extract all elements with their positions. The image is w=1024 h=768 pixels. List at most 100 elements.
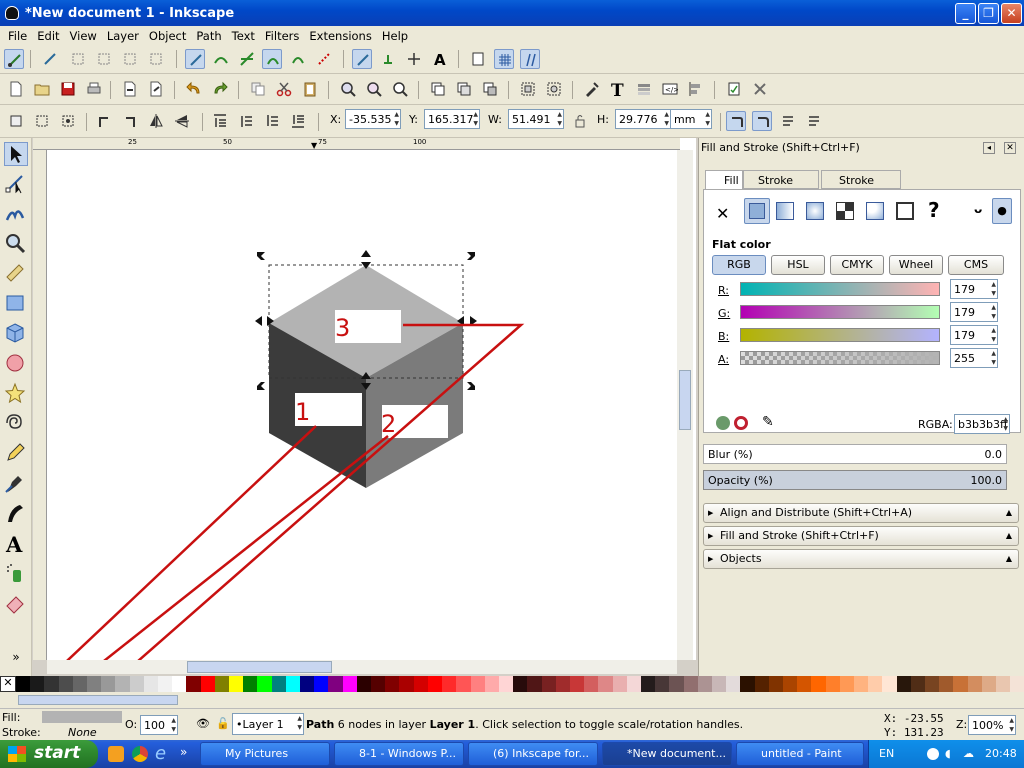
tab-stroke-paint[interactable]: Stroke paint [743, 170, 819, 200]
pencil-tool-icon[interactable] [4, 442, 28, 466]
swatch-icon[interactable] [866, 202, 884, 220]
document-properties-button[interactable] [724, 79, 744, 99]
opacity-short-input[interactable]: 100 [140, 715, 178, 735]
unset-paint-icon[interactable] [896, 202, 914, 220]
palette-swatch[interactable] [143, 676, 159, 692]
rotate-cw-button[interactable] [120, 111, 140, 131]
flat-color-button[interactable] [744, 198, 770, 224]
palette-swatch[interactable] [200, 676, 215, 692]
palette-swatch[interactable] [498, 676, 514, 692]
snap-grid-button[interactable] [494, 49, 514, 69]
canvas-horizontal-scrollbar[interactable] [47, 660, 677, 674]
palette-swatch[interactable] [939, 676, 954, 692]
palette-swatch[interactable] [442, 676, 457, 692]
opacity-field[interactable]: Opacity (%) 100.0 [703, 470, 1007, 490]
chrome-icon[interactable] [132, 746, 148, 762]
calligraphy-tool-icon[interactable] [4, 502, 28, 526]
layer-lock-icon[interactable]: 🔓 [216, 717, 230, 730]
task-windows-photo[interactable]: 8-1 - Windows P... [334, 742, 464, 766]
selector-tool-icon[interactable] [4, 142, 28, 166]
layers-dialog-button[interactable] [634, 79, 654, 99]
zoom-selection-button[interactable] [338, 79, 358, 99]
zoom-tool-icon[interactable] [4, 232, 28, 256]
snap-bbox-midpoint-button[interactable] [120, 49, 140, 69]
palette-swatch[interactable] [981, 676, 997, 692]
palette-swatch[interactable] [285, 676, 301, 692]
spray-tool-icon[interactable] [4, 562, 28, 586]
palette-swatch[interactable] [811, 676, 826, 692]
channel-g-slider[interactable] [740, 305, 940, 319]
palette-swatch[interactable] [484, 676, 499, 692]
task-inkscape-forum[interactable]: (6) Inkscape for... [468, 742, 598, 766]
group-button[interactable] [518, 79, 538, 99]
tray-cloud-icon[interactable]: ☁ [963, 740, 974, 768]
lower-to-bottom-button[interactable] [288, 111, 308, 131]
palette-swatch[interactable] [115, 676, 130, 692]
dock-objects[interactable]: Objects [703, 549, 1019, 569]
blur-field[interactable]: Blur (%) 0.0 [703, 444, 1007, 464]
minimize-button[interactable]: _ [955, 3, 976, 24]
palette-swatch[interactable] [44, 676, 59, 692]
horizontal-scroll-thumb[interactable] [187, 661, 332, 673]
y-input[interactable]: 165.317 [424, 109, 480, 129]
stroke-value[interactable]: None [68, 726, 97, 739]
palette-swatch[interactable] [214, 676, 230, 692]
snap-bbox-corner-button[interactable] [94, 49, 114, 69]
channel-b-slider[interactable] [740, 328, 940, 342]
snap-guide-button[interactable] [520, 49, 540, 69]
scale-stroke-button[interactable] [726, 111, 746, 131]
close-button[interactable]: ✕ [1001, 3, 1022, 24]
menu-help[interactable]: Help [377, 29, 413, 43]
zoom-input[interactable]: 100% [968, 715, 1016, 735]
fill-rule-evenodd-icon[interactable]: ᴗ [974, 202, 982, 216]
palette-swatch[interactable] [87, 676, 102, 692]
palette-swatch[interactable] [470, 676, 485, 692]
unlink-clone-button[interactable] [480, 79, 500, 99]
no-paint-icon[interactable]: ✕ [716, 204, 729, 223]
raise-to-top-button[interactable] [210, 111, 230, 131]
export-button[interactable] [146, 79, 166, 99]
snap-rotation-center-button[interactable] [404, 49, 424, 69]
palette-swatch[interactable] [655, 676, 670, 692]
palette-swatch[interactable] [797, 676, 812, 692]
unit-select[interactable]: mm [670, 109, 712, 129]
palette-swatch[interactable] [271, 676, 286, 692]
palette-swatch[interactable] [172, 676, 187, 692]
undo-button[interactable] [184, 79, 204, 99]
flip-horizontal-button[interactable] [146, 111, 166, 131]
palette-swatch[interactable] [825, 676, 840, 692]
canvas-vertical-scrollbar[interactable] [677, 150, 693, 660]
dock-align-distribute[interactable]: Align and Distribute (Shift+Ctrl+A) [703, 503, 1019, 523]
palette-swatch[interactable] [555, 676, 570, 692]
text-font-dialog-button[interactable]: T [608, 79, 628, 99]
pattern-icon[interactable] [836, 202, 854, 220]
x-input[interactable]: -35.535 [345, 109, 401, 129]
palette-swatch[interactable] [527, 676, 542, 692]
menu-edit[interactable]: Edit [32, 29, 64, 43]
raise-button[interactable] [236, 111, 256, 131]
palette-swatch[interactable] [413, 676, 428, 692]
task-inkscape-document[interactable]: *New document... [602, 742, 732, 766]
preferences-button[interactable] [750, 79, 770, 99]
w-input[interactable]: 51.491 [508, 109, 564, 129]
channel-a-slider[interactable] [740, 351, 940, 365]
palette-swatch[interactable] [456, 676, 471, 692]
palette-swatch[interactable] [342, 676, 357, 692]
color-palette[interactable]: ✕ [0, 676, 1024, 692]
zoom-drawing-button[interactable] [364, 79, 384, 99]
spiral-tool-icon[interactable] [4, 412, 28, 436]
palette-swatch[interactable] [953, 676, 968, 692]
start-button[interactable]: start [0, 740, 98, 768]
palette-swatch[interactable] [243, 676, 258, 692]
snap-nodes-button[interactable] [185, 49, 205, 69]
fill-rule-nonzero-icon[interactable]: ● [992, 198, 1012, 224]
fill-stroke-dialog-button[interactable] [582, 79, 602, 99]
snap-cusp-button[interactable] [262, 49, 282, 69]
copy-button[interactable] [248, 79, 268, 99]
palette-swatch[interactable] [314, 676, 329, 692]
mode-cms-button[interactable]: CMS [948, 255, 1004, 275]
print-button[interactable] [84, 79, 104, 99]
palette-swatch[interactable] [257, 676, 272, 692]
new-document-button[interactable] [6, 79, 26, 99]
menu-object[interactable]: Object [144, 29, 191, 43]
